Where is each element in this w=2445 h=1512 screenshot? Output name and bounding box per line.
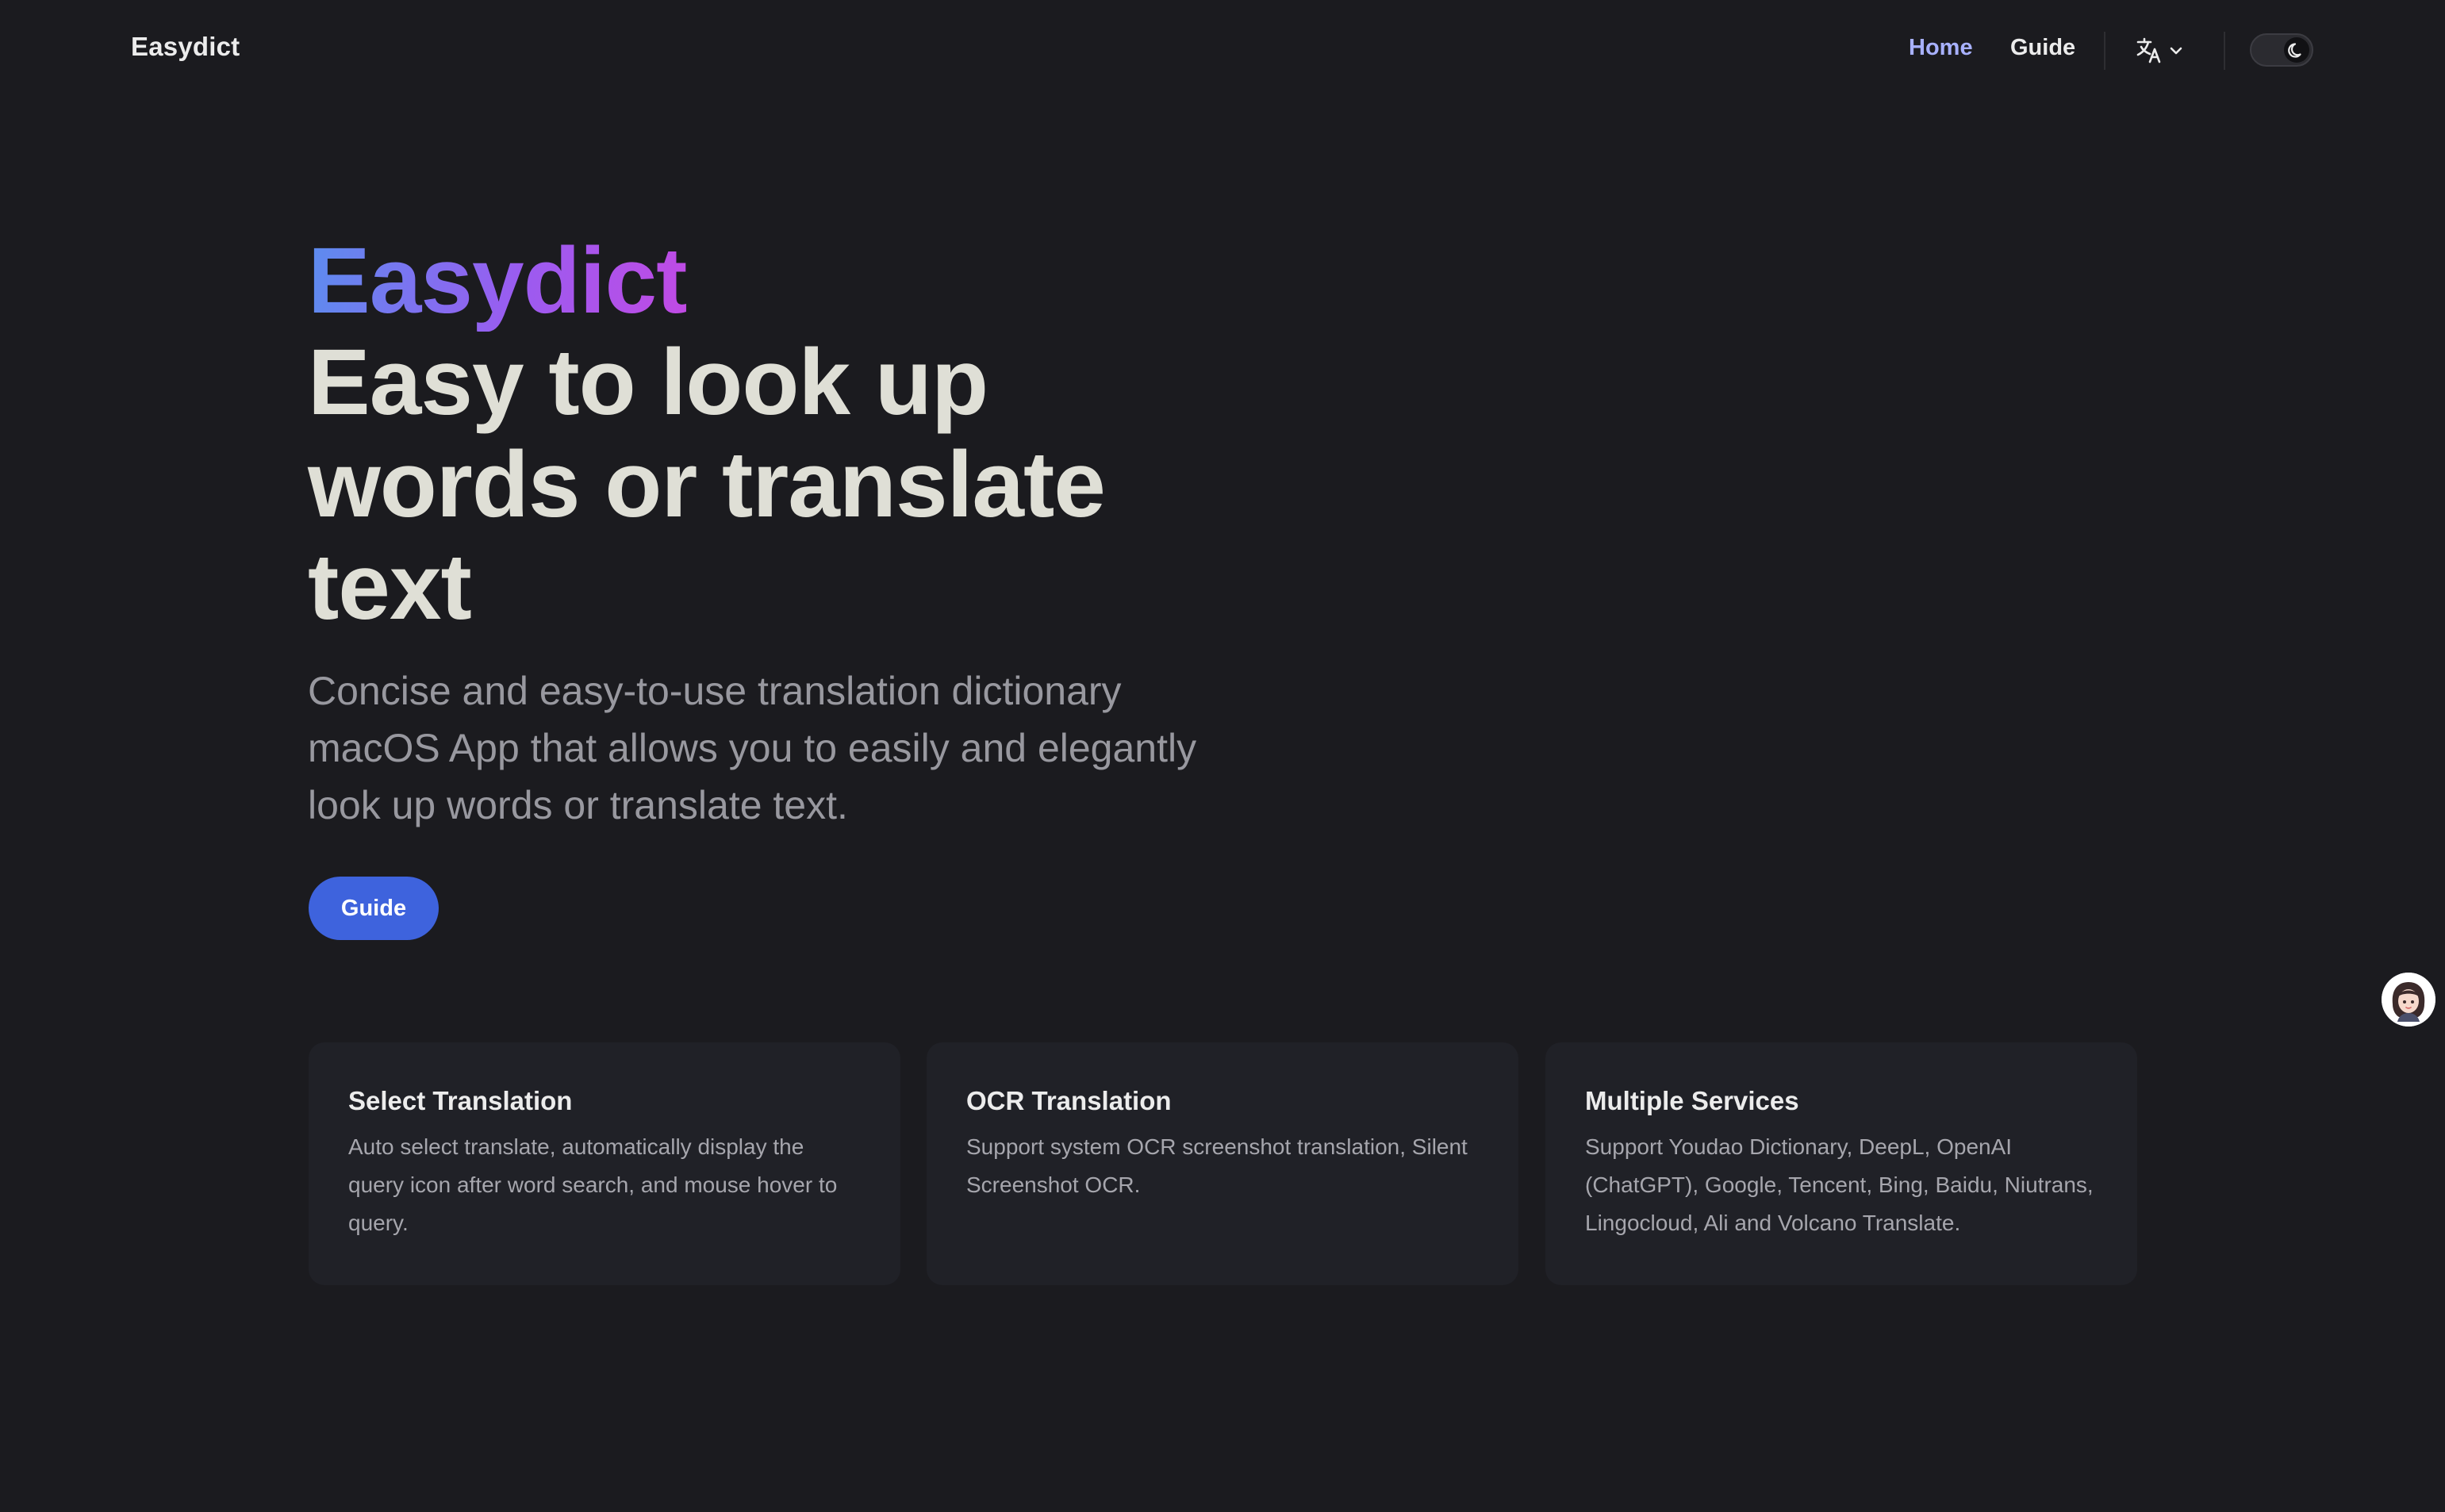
feature-description: Support Youdao Dictionary, DeepL, OpenAI… [1585, 1134, 2094, 1235]
translate-icon [2136, 37, 2182, 63]
guide-button[interactable]: Guide [309, 877, 439, 940]
feature-title: Multiple Services [1585, 1086, 1799, 1115]
nav-divider [2104, 32, 2105, 70]
feature-description: Auto select translate, automatically dis… [348, 1134, 838, 1235]
site-logo[interactable]: Easydict [131, 32, 240, 62]
avatar-icon [2382, 973, 2435, 1027]
features-section: Select Translation Auto select translate… [309, 1042, 2137, 1285]
moon-icon [2288, 43, 2301, 58]
feature-card-ocr-translation: OCR Translation Support system OCR scree… [927, 1042, 1518, 1285]
feature-card-multiple-services: Multiple Services Support Youdao Diction… [1545, 1042, 2137, 1285]
feature-title: Select Translation [348, 1086, 573, 1115]
theme-toggle[interactable] [2250, 33, 2313, 67]
feature-description: Support system OCR screenshot translatio… [966, 1134, 1468, 1197]
hero-name: Easydict [308, 228, 687, 333]
hero-section: Easydict Easy to look up words or transl… [308, 230, 1260, 873]
nav-divider [2224, 32, 2225, 70]
nav-link-guide[interactable]: Guide [2010, 35, 2075, 61]
theme-toggle-knob [2284, 37, 2309, 63]
hero-tagline: Concise and easy-to-use translation dict… [308, 669, 1197, 827]
floating-assistant-avatar[interactable] [2382, 973, 2435, 1027]
hero-title: Easy to look up words or translate text [308, 330, 1106, 639]
language-switcher[interactable] [2136, 35, 2191, 67]
feature-card-select-translation: Select Translation Auto select translate… [309, 1042, 900, 1285]
chevron-down-icon [2170, 47, 2182, 55]
nav-link-home[interactable]: Home [1909, 35, 1973, 61]
top-navigation: Easydict Home Guide [0, 0, 2445, 102]
feature-title: OCR Translation [966, 1086, 1172, 1115]
